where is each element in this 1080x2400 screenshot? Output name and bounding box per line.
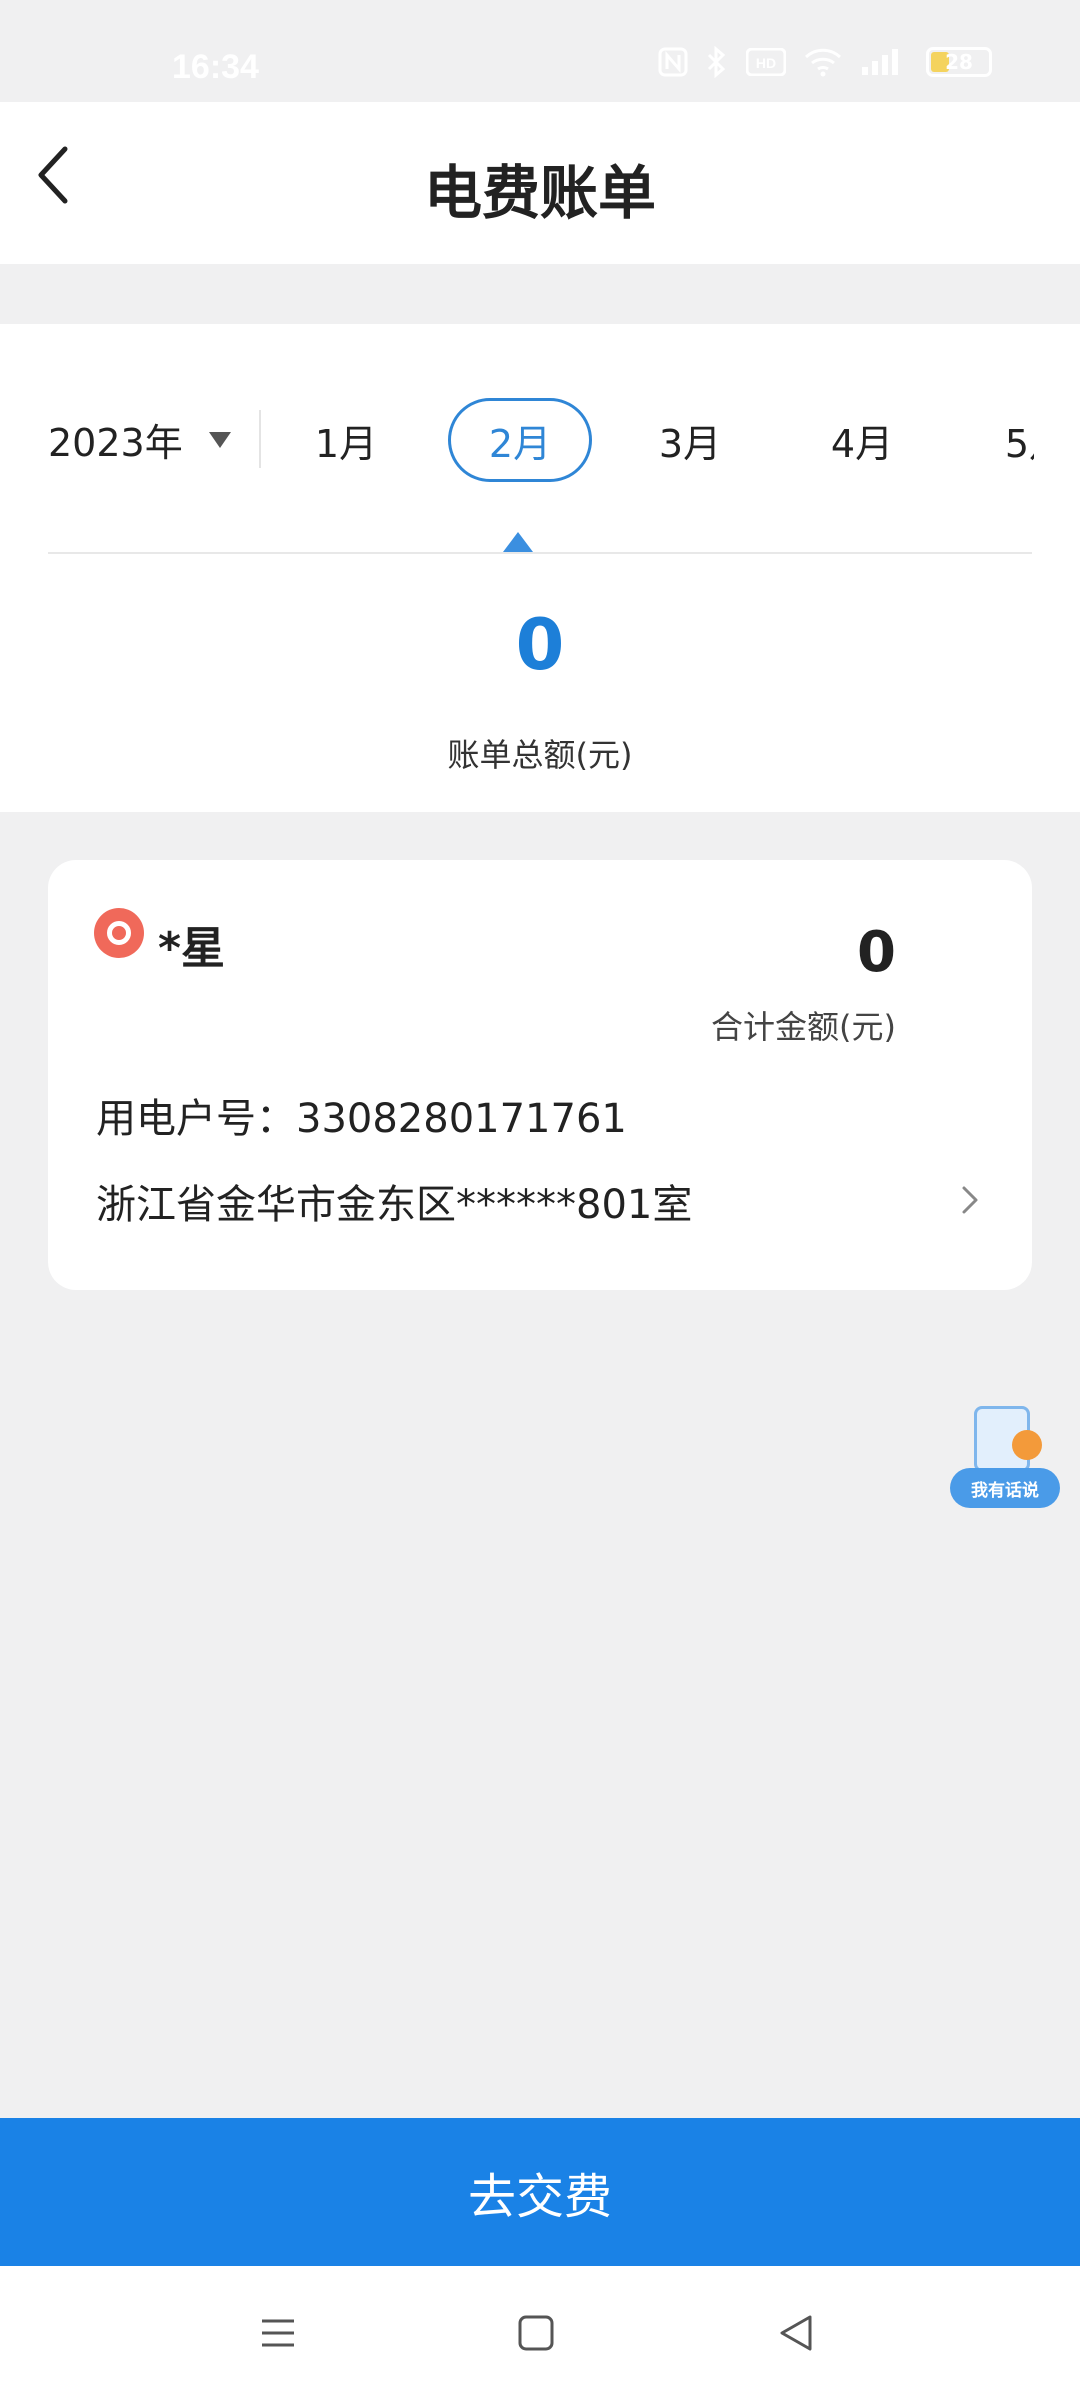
card-amount: 0 (857, 920, 896, 985)
tab-month-4[interactable]: 4月 (790, 398, 934, 482)
menu-icon (262, 2319, 294, 2347)
tab-month-2[interactable]: 2月 (448, 398, 592, 482)
account-card[interactable]: *星 0 合计金额(元) 用电户号：3308280171761 浙江省金华市金东… (48, 860, 1032, 1290)
caret-down-icon (208, 431, 231, 448)
divider (259, 410, 261, 468)
battery-icon: 28 (926, 47, 992, 77)
page-title: 电费账单 (423, 159, 656, 227)
hd-icon: HD (746, 48, 786, 76)
avatar (94, 908, 144, 958)
battery-level: 28 (945, 50, 973, 74)
bill-summary: 2023年 1月 2月 3月 4月 5月 0 账单总额(元) (0, 324, 1080, 812)
account-number: 用电户号：3308280171761 (96, 1096, 627, 1142)
total-amount-label: 账单总额(元) (447, 736, 633, 774)
nfc-icon (658, 47, 688, 77)
year-label: 2023年 (48, 421, 183, 465)
triangle-back-icon (780, 2315, 812, 2351)
month-tabs: 1月 2月 3月 4月 5月 (262, 398, 1034, 482)
signal-icon (862, 49, 898, 75)
total-amount: 0 (515, 604, 565, 686)
chevron-right-icon (962, 1186, 978, 1214)
back-nav-button[interactable] (756, 2296, 836, 2370)
home-button[interactable] (496, 2296, 576, 2370)
header: 电费账单 (0, 102, 1080, 264)
account-name: *星 (158, 923, 226, 974)
microphone-icon (1012, 1430, 1042, 1460)
menu-button[interactable] (238, 2296, 318, 2370)
bluetooth-icon (707, 46, 726, 78)
tab-underline (48, 552, 1032, 554)
feedback-label: 我有话说 (950, 1468, 1060, 1508)
address: 浙江省金华市金东区******801室 (96, 1182, 693, 1228)
system-nav-bar (0, 2266, 1080, 2400)
card-amount-label: 合计金额(元) (711, 1008, 896, 1046)
account-icon (107, 921, 131, 945)
feedback-widget[interactable]: 我有话说 (948, 1404, 1064, 1514)
square-icon (518, 2315, 554, 2351)
status-icons: HD 28 (658, 46, 992, 78)
tab-month-3[interactable]: 3月 (618, 398, 762, 482)
status-time: 16:34 (172, 48, 259, 86)
year-dropdown[interactable]: 2023年 (48, 412, 231, 467)
status-bar: 16:34 HD 28 (0, 0, 1080, 102)
tab-month-1[interactable]: 1月 (274, 398, 418, 482)
wifi-icon (804, 48, 842, 77)
address-row[interactable]: 浙江省金华市金东区******801室 (48, 1160, 1032, 1240)
tab-indicator (503, 532, 533, 552)
pay-button[interactable]: 去交费 (0, 2118, 1080, 2266)
svg-text:HD: HD (756, 55, 776, 71)
tab-month-5[interactable]: 5月 (964, 398, 1034, 482)
